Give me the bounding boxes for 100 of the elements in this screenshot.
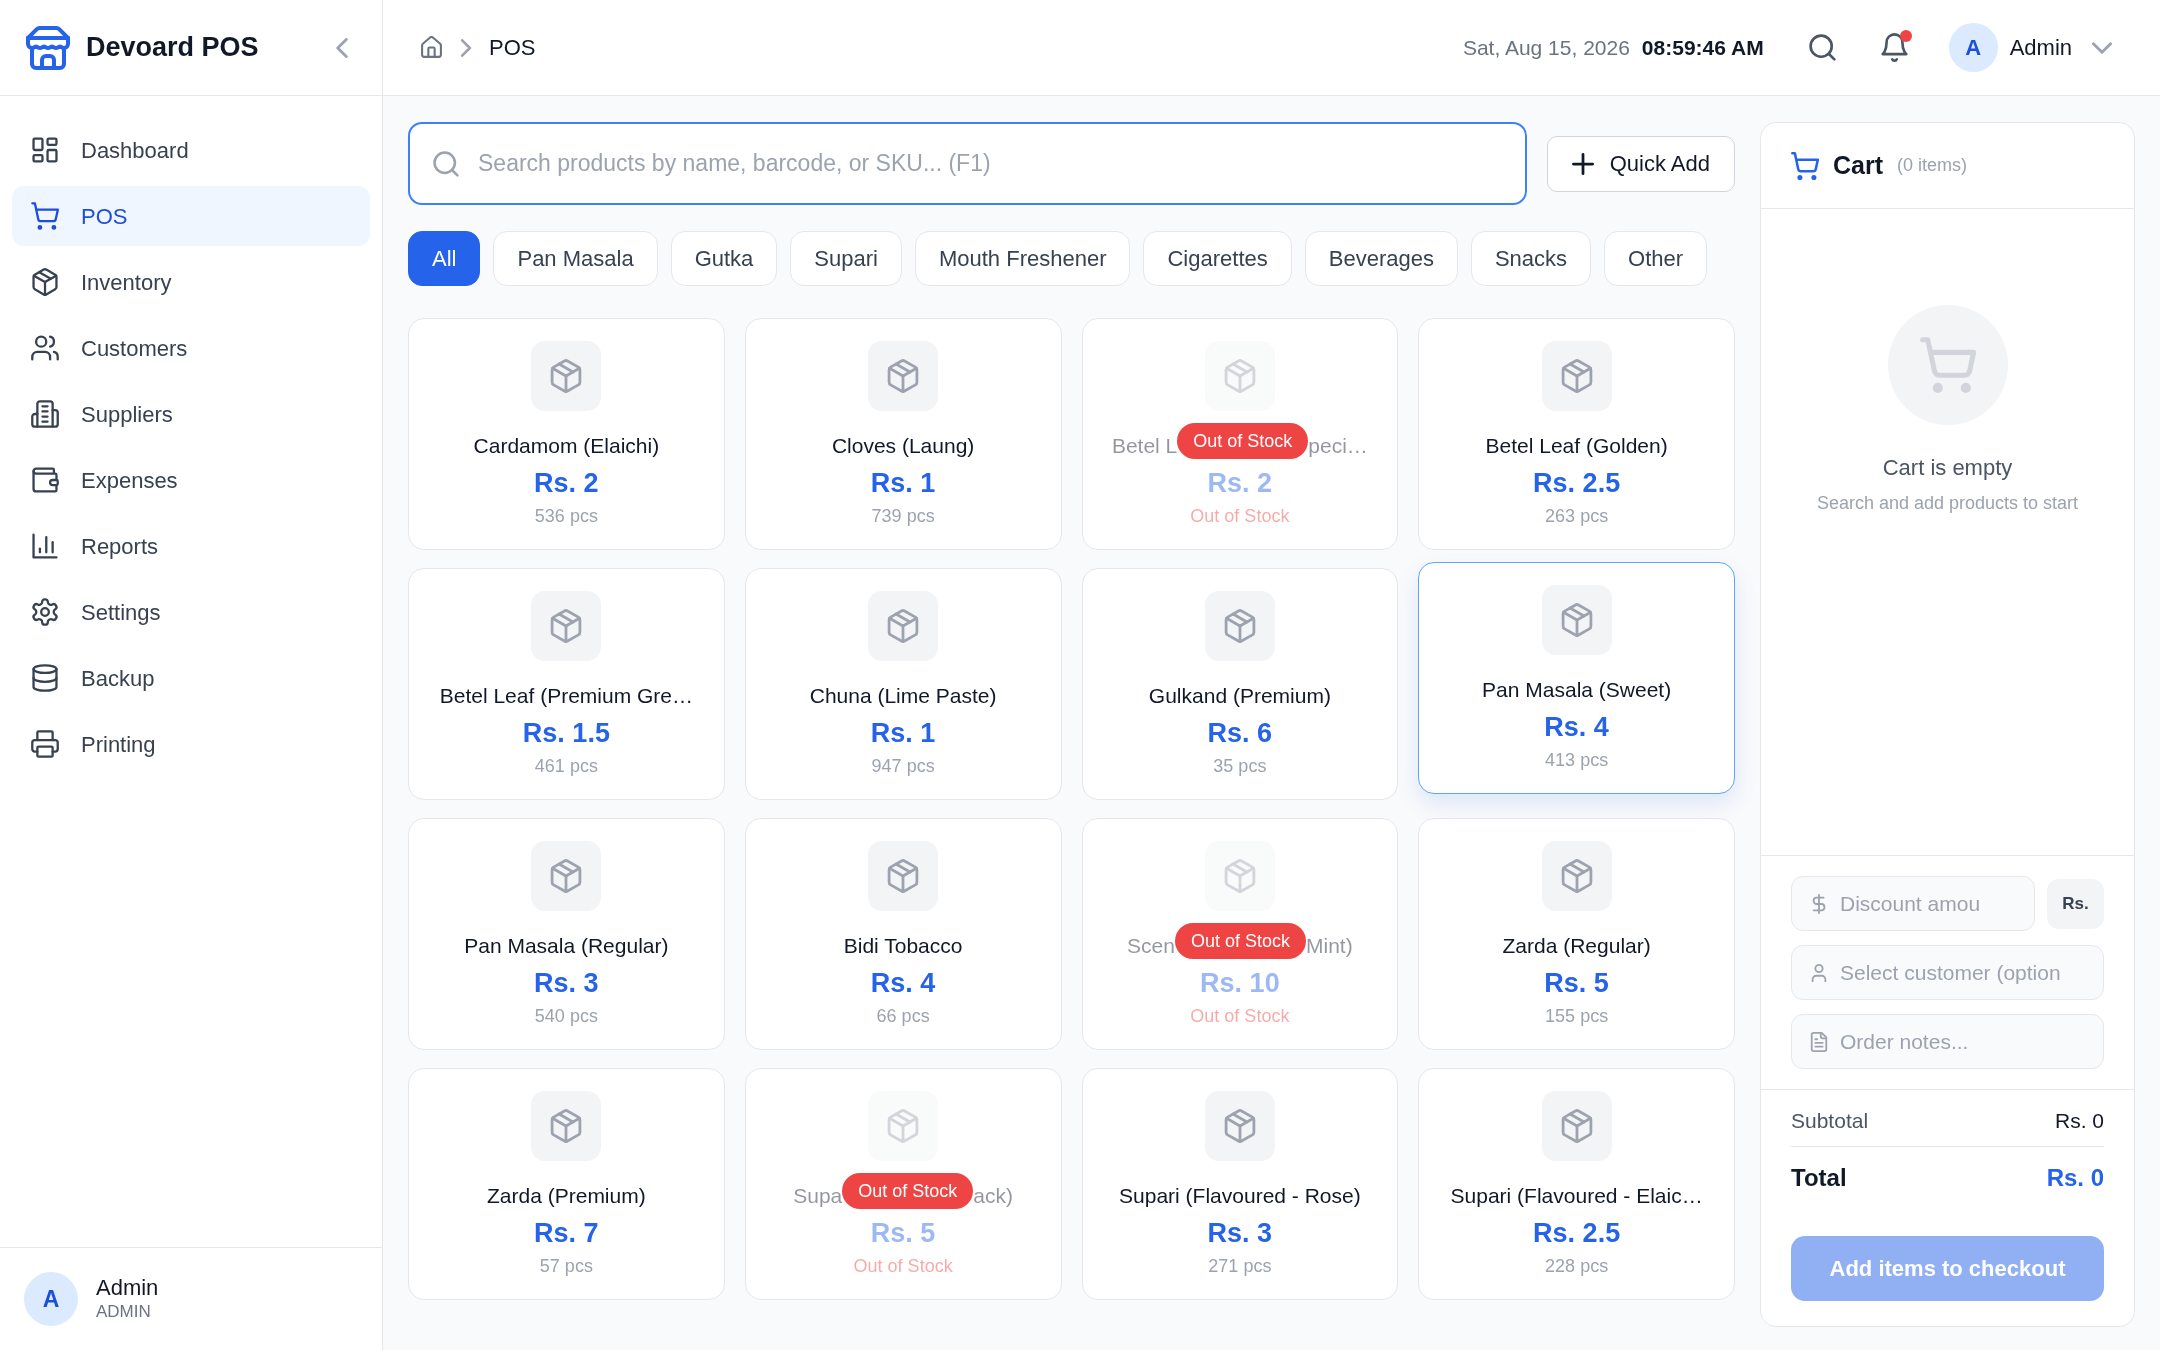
- product-price: Rs. 2.5: [1533, 1217, 1621, 1249]
- category-tab[interactable]: Beverages: [1304, 231, 1458, 286]
- box-icon: [868, 841, 939, 911]
- stock-count: 461 pcs: [534, 755, 598, 777]
- product-name: Betel Leaf (Premium Gre…: [439, 683, 693, 709]
- product-card[interactable]: Bidi Tobacco Rs. 4 66 pcs: [744, 818, 1062, 1050]
- stock-count: 540 pcs: [534, 1005, 598, 1027]
- users-icon: [31, 334, 59, 362]
- box-icon: [1541, 585, 1612, 655]
- stock-count: 228 pcs: [1545, 1255, 1609, 1277]
- quick-add-button[interactable]: Quick Add: [1546, 135, 1735, 192]
- category-tab[interactable]: Pan Masala: [493, 231, 658, 286]
- customer-field[interactable]: Select customer (option: [1791, 945, 2104, 1000]
- product-card[interactable]: Cardamom (Elaichi) Rs. 2 536 pcs: [408, 318, 725, 550]
- product-card[interactable]: Betel Leaf (Premium Gre… Rs. 1.5 461 pcs: [408, 568, 725, 800]
- product-name: Chuna (Lime Paste): [809, 683, 997, 709]
- nav-link[interactable]: Dashboard: [12, 120, 370, 180]
- product-card[interactable]: Supa Out of Stock ack) Rs. 5 Out of Stock: [744, 1068, 1062, 1300]
- category-tab[interactable]: Gutka: [670, 231, 778, 286]
- box-icon: [1541, 841, 1612, 911]
- product-card[interactable]: Betel Leaf (Golden) Rs. 2.5 263 pcs: [1418, 318, 1735, 550]
- category-tab[interactable]: Cigarettes: [1143, 231, 1292, 286]
- grid-icon: [31, 136, 59, 164]
- user-icon: [1809, 962, 1829, 983]
- product-name: Cardamom (Elaichi): [473, 433, 660, 459]
- product-name: Gulkand (Premium): [1148, 683, 1331, 709]
- product-price: Rs. 3: [1207, 1217, 1273, 1249]
- discount-field[interactable]: Discount amou: [1791, 876, 2035, 931]
- box-icon: [531, 841, 602, 911]
- box-icon: [531, 341, 602, 411]
- product-price: Rs. 5: [1544, 967, 1609, 999]
- category-tab[interactable]: Snacks: [1470, 231, 1592, 286]
- nav-link[interactable]: POS: [12, 186, 370, 246]
- empty-hint: Search and add products to start: [1816, 492, 2079, 515]
- category-tab[interactable]: All: [408, 231, 481, 286]
- product-price: Rs. 2: [1207, 467, 1273, 499]
- box-icon: [868, 1091, 939, 1161]
- nav-link[interactable]: Backup: [12, 648, 370, 708]
- total-label: Total: [1791, 1163, 1847, 1192]
- stock-count: 413 pcs: [1545, 749, 1609, 771]
- product-name: Pan Masala (Regular): [464, 933, 669, 959]
- product-name: Supa: [793, 1183, 843, 1209]
- stock-count: 947 pcs: [871, 755, 935, 777]
- product-card[interactable]: Supari (Flavoured - Rose) Rs. 3 271 pcs: [1081, 1068, 1399, 1300]
- nav-link[interactable]: Reports: [12, 516, 370, 576]
- bell-icon[interactable]: [1879, 33, 1909, 62]
- category-tab[interactable]: Supari: [790, 231, 902, 286]
- product-price: Rs. 10: [1200, 967, 1280, 999]
- box-icon: [1541, 341, 1612, 411]
- nav-link[interactable]: Printing: [12, 714, 370, 774]
- product-name: Scen: [1127, 933, 1175, 959]
- printer-icon: [31, 730, 59, 758]
- product-card[interactable]: Chuna (Lime Paste) Rs. 1 947 pcs: [744, 568, 1062, 800]
- box-icon: [1204, 841, 1275, 911]
- product-price: Rs. 2.5: [1533, 467, 1621, 499]
- product-card[interactable]: Gulkand (Premium) Rs. 6 35 pcs: [1081, 568, 1399, 800]
- stock-status: Out of Stock: [853, 1255, 953, 1277]
- notes-field[interactable]: Order notes...: [1791, 1014, 2104, 1069]
- product-card[interactable]: Cloves (Laung) Rs. 1 739 pcs: [744, 318, 1062, 550]
- product-name: Pan Masala (Sweet): [1482, 677, 1672, 703]
- subtotal-label: Subtotal: [1791, 1108, 1869, 1134]
- user-menu-button[interactable]: A Admin: [1948, 23, 2112, 72]
- wallet-icon: [31, 466, 59, 494]
- box-icon: [31, 268, 59, 296]
- product-name: Supari (Flavoured - Rose): [1119, 1183, 1361, 1209]
- box-icon: [1204, 591, 1275, 661]
- nav-link[interactable]: Expenses: [12, 450, 370, 510]
- category-tab[interactable]: Other: [1604, 231, 1708, 286]
- plus-icon: [1571, 152, 1594, 175]
- currency-button[interactable]: Rs.: [2047, 878, 2104, 929]
- stock-status: Out of Stock: [1190, 1005, 1290, 1027]
- product-name: ack): [973, 1183, 1013, 1209]
- search-field[interactable]: Search products by name, barcode, or SKU... (F1): [408, 122, 1527, 205]
- product-card[interactable]: Scen Out of Stock Mint) Rs. 10 Out of Stock: [1081, 818, 1399, 1050]
- product-card[interactable]: Betel L Out of Stock peci… Rs. 2 Out of Stock: [1081, 318, 1399, 550]
- search-icon[interactable]: [1807, 33, 1837, 62]
- product-card[interactable]: Pan Masala (Regular) Rs. 3 540 pcs: [408, 818, 725, 1050]
- nav-link[interactable]: Customers: [12, 318, 370, 378]
- product-price: Rs. 5: [870, 1217, 936, 1249]
- product-price: Rs. 4: [870, 967, 936, 999]
- home-icon[interactable]: [420, 36, 443, 59]
- box-icon: [1204, 341, 1275, 411]
- product-card[interactable]: Zarda (Premium) Rs. 7 57 pcs: [408, 1068, 725, 1300]
- box-icon: [868, 591, 939, 661]
- product-price: Rs. 7: [534, 1217, 599, 1249]
- product-card[interactable]: Supari (Flavoured - Elaic… Rs. 2.5 228 pcs: [1418, 1068, 1735, 1300]
- stock-count: 66 pcs: [876, 1005, 930, 1027]
- box-icon: [531, 591, 602, 661]
- category-tab[interactable]: Mouth Freshener: [914, 231, 1131, 286]
- product-name: Mint): [1306, 933, 1353, 959]
- product-card[interactable]: Pan Masala (Sweet) Rs. 4 413 pcs: [1418, 562, 1735, 794]
- nav-link[interactable]: Settings: [12, 582, 370, 642]
- time-text: 08:59:46 AM: [1641, 34, 1764, 61]
- subtotal-value: Rs. 0: [2055, 1108, 2104, 1134]
- cart-icon: [1791, 151, 1819, 180]
- nav-link[interactable]: Suppliers: [12, 384, 370, 444]
- product-name: Betel Leaf (Golden): [1485, 433, 1668, 459]
- nav-link[interactable]: Inventory: [12, 252, 370, 312]
- product-card[interactable]: Zarda (Regular) Rs. 5 155 pcs: [1418, 818, 1735, 1050]
- status-badge: Out of Stock: [1174, 923, 1306, 959]
